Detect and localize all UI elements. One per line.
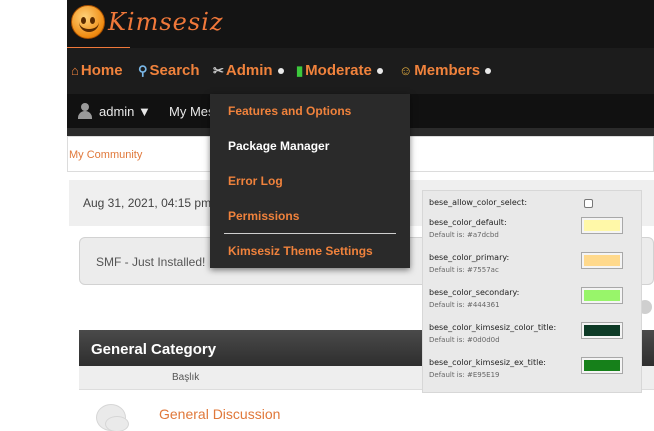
category-title: General Category [91,341,217,358]
dropdown-dot-icon [277,67,284,74]
setting-label: bese_color_kimsesiz_ex_title: [429,358,546,367]
board-speech-bubble-icon [105,416,129,431]
setting-default: Default is: #a7dcbd [429,231,499,239]
menu-item-permissions[interactable]: Permissions [228,209,299,223]
allow-color-select-checkbox[interactable] [584,199,593,208]
setting-label: bese_color_secondary: [429,288,520,297]
username: admin ▼ [99,103,151,119]
dropdown-dot-icon [376,67,383,74]
nav-members-label: Members [414,62,481,79]
my-messages-link[interactable]: My Mes [169,104,215,119]
nav-search-label: Search [149,62,200,79]
color-title-picker[interactable] [581,322,623,339]
setting-row: bese_color_kimsesiz_ex_title: Default is… [423,351,643,386]
setting-default: Default is: #E95E19 [429,371,500,379]
menu-item-features-options[interactable]: Features and Options [228,104,351,118]
admin-dropdown-menu: Features and Options Package Manager Err… [210,94,410,268]
admin-tools-icon: ✂ [213,62,224,78]
color-ex-title-picker[interactable] [581,357,623,374]
nav-moderate[interactable]: ▮ Moderate [296,62,383,79]
setting-default: Default is: #7557ac [429,266,499,274]
nav-members[interactable]: ☺ Members [399,62,492,79]
setting-row: bese_color_secondary: Default is: #44436… [423,281,643,316]
smiley-logo-icon [71,5,105,39]
menu-item-error-log[interactable]: Error Log [228,174,283,188]
nav-search[interactable]: ⚲ Search [138,62,200,79]
setting-default: Default is: #0d0d0d [429,336,500,344]
setting-label: bese_color_default: [429,218,507,227]
logo-text: Kimsesiz [108,8,224,36]
setting-default: Default is: #444361 [429,301,500,309]
home-icon: ⌂ [71,63,79,78]
nav-admin-label: Admin [225,62,273,79]
theme-settings-panel: bese_allow_color_select: bese_color_defa… [422,190,642,393]
setting-row: bese_color_kimsesiz_color_title: Default… [423,316,643,351]
nav-moderate-label: Moderate [305,62,372,79]
menu-separator [224,233,396,234]
search-icon: ⚲ [138,62,148,78]
site-header: Kimsesiz [67,0,654,48]
nav-home[interactable]: ⌂ Home [71,62,123,79]
nav-home-label: Home [80,62,123,79]
setting-label: bese_allow_color_select: [429,198,528,207]
menu-item-theme-settings[interactable]: Kimsesiz Theme Settings [228,244,373,258]
members-icon: ☺ [399,63,413,78]
setting-label: bese_color_kimsesiz_color_title: [429,323,557,332]
board-row: General Discussion [79,392,654,431]
color-secondary-picker[interactable] [581,287,623,304]
setting-row: bese_color_default: Default is: #a7dcbd [423,211,643,246]
site-logo[interactable]: Kimsesiz [71,3,224,41]
board-name-link[interactable]: General Discussion [159,406,280,422]
setting-row: bese_color_primary: Default is: #7557ac [423,246,643,281]
user-menu[interactable]: admin ▼ [77,103,151,119]
color-primary-picker[interactable] [581,252,623,269]
news-text: SMF - Just Installed! [96,255,206,269]
breadcrumb-community-link[interactable]: My Community [69,149,142,161]
user-avatar-icon [77,103,93,119]
dropdown-dot-icon [485,67,492,74]
traffic-light-icon: ▮ [296,62,304,78]
setting-label: bese_color_primary: [429,253,510,262]
current-date: Aug 31, 2021, 04:15 pm [83,196,212,210]
menu-item-package-manager[interactable]: Package Manager [228,139,329,153]
subheader-label: Başlık [172,372,200,383]
color-default-picker[interactable] [581,217,623,234]
nav-admin[interactable]: ✂ Admin [213,62,284,79]
main-navbar: ⌂ Home ⚲ Search ✂ Admin ▮ Moderate ☺ Mem… [67,48,654,94]
